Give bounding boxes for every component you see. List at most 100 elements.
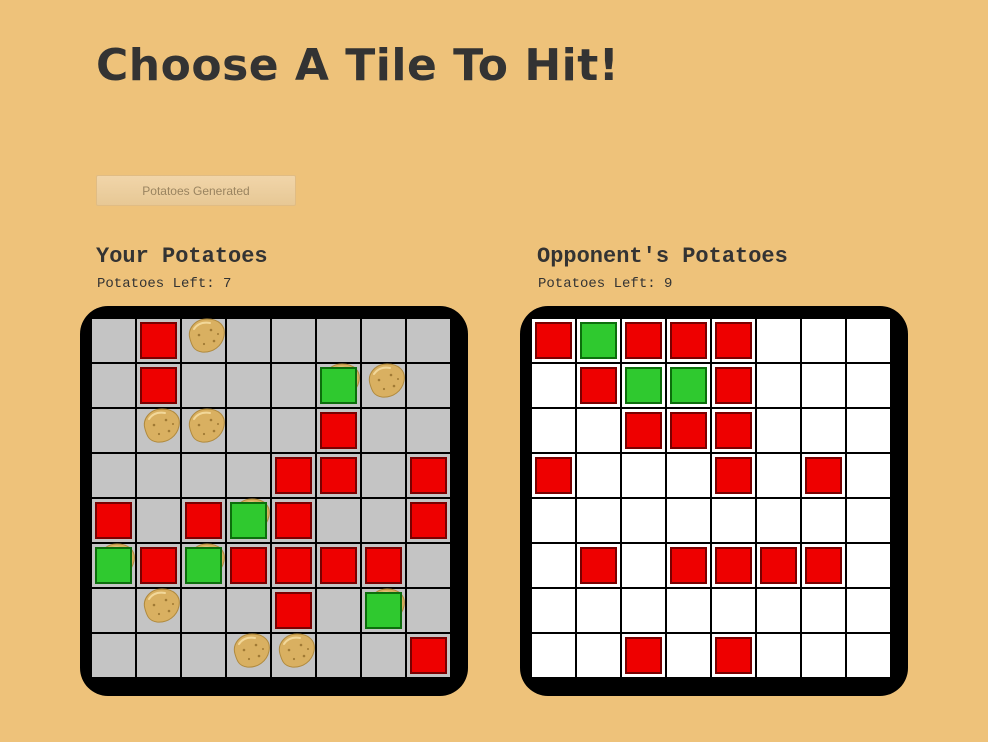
opponent-tile-r6-c4[interactable] bbox=[712, 589, 755, 632]
your-tile-r2-c7[interactable] bbox=[407, 409, 450, 452]
opponent-tile-r3-c4[interactable] bbox=[712, 454, 755, 497]
your-tile-r4-c4[interactable] bbox=[272, 499, 315, 542]
your-tile-r7-c7[interactable] bbox=[407, 634, 450, 677]
opponent-tile-r0-c5[interactable] bbox=[757, 319, 800, 362]
your-tile-r6-c6[interactable] bbox=[362, 588, 405, 632]
your-tile-r0-c3[interactable] bbox=[227, 319, 270, 362]
your-tile-r6-c1[interactable] bbox=[137, 588, 180, 632]
your-tile-r6-c3[interactable] bbox=[227, 589, 270, 632]
opponent-tile-r1-c4[interactable] bbox=[712, 364, 755, 407]
opponent-tile-r3-c6[interactable] bbox=[802, 454, 845, 497]
opponent-tile-r0-c3[interactable] bbox=[667, 319, 710, 362]
your-tile-r6-c2[interactable] bbox=[182, 589, 225, 632]
opponent-tile-r6-c2[interactable] bbox=[622, 589, 665, 632]
opponent-tile-r5-c6[interactable] bbox=[802, 544, 845, 587]
opponent-tile-r7-c3[interactable] bbox=[667, 634, 710, 677]
opponent-tile-r2-c6[interactable] bbox=[802, 409, 845, 452]
your-tile-r4-c0[interactable] bbox=[92, 499, 135, 542]
opponent-tile-r3-c5[interactable] bbox=[757, 454, 800, 497]
opponent-tile-r1-c0[interactable] bbox=[532, 364, 575, 407]
opponent-tile-r7-c7[interactable] bbox=[847, 634, 890, 677]
potatoes-generated-button[interactable]: Potatoes Generated bbox=[96, 175, 296, 206]
opponent-tile-r7-c0[interactable] bbox=[532, 634, 575, 677]
opponent-tile-r6-c5[interactable] bbox=[757, 589, 800, 632]
your-tile-r2-c6[interactable] bbox=[362, 409, 405, 452]
your-tile-r5-c2[interactable] bbox=[182, 543, 225, 587]
opponent-tile-r1-c5[interactable] bbox=[757, 364, 800, 407]
your-tile-r6-c0[interactable] bbox=[92, 589, 135, 632]
opponent-tile-r3-c1[interactable] bbox=[577, 454, 620, 497]
your-tile-r7-c3[interactable] bbox=[227, 633, 270, 677]
opponent-tile-r2-c5[interactable] bbox=[757, 409, 800, 452]
your-tile-r6-c7[interactable] bbox=[407, 589, 450, 632]
opponent-tile-r1-c2[interactable] bbox=[622, 364, 665, 407]
your-tile-r0-c5[interactable] bbox=[317, 319, 360, 362]
opponent-tile-r4-c2[interactable] bbox=[622, 499, 665, 542]
your-tile-r3-c5[interactable] bbox=[317, 454, 360, 497]
your-tile-r3-c6[interactable] bbox=[362, 454, 405, 497]
opponent-tile-r2-c4[interactable] bbox=[712, 409, 755, 452]
your-tile-r2-c4[interactable] bbox=[272, 409, 315, 452]
your-tile-r3-c4[interactable] bbox=[272, 454, 315, 497]
opponent-tile-r4-c1[interactable] bbox=[577, 499, 620, 542]
your-tile-r5-c1[interactable] bbox=[137, 544, 180, 587]
your-tile-r3-c7[interactable] bbox=[407, 454, 450, 497]
your-tile-r6-c4[interactable] bbox=[272, 589, 315, 632]
your-tile-r7-c4[interactable] bbox=[272, 633, 315, 677]
your-tile-r3-c0[interactable] bbox=[92, 454, 135, 497]
opponent-tile-r5-c1[interactable] bbox=[577, 544, 620, 587]
your-tile-r4-c6[interactable] bbox=[362, 499, 405, 542]
opponent-tile-r6-c7[interactable] bbox=[847, 589, 890, 632]
your-tile-r4-c5[interactable] bbox=[317, 499, 360, 542]
your-tile-r0-c4[interactable] bbox=[272, 319, 315, 362]
opponent-tile-r6-c0[interactable] bbox=[532, 589, 575, 632]
your-tile-r7-c2[interactable] bbox=[182, 634, 225, 677]
opponent-tile-r6-c3[interactable] bbox=[667, 589, 710, 632]
opponent-tile-r7-c4[interactable] bbox=[712, 634, 755, 677]
your-tile-r1-c0[interactable] bbox=[92, 364, 135, 407]
opponent-tile-r0-c1[interactable] bbox=[577, 319, 620, 362]
your-tile-r3-c1[interactable] bbox=[137, 454, 180, 497]
your-tile-r0-c1[interactable] bbox=[137, 319, 180, 362]
your-tile-r1-c6[interactable] bbox=[362, 363, 405, 407]
your-tile-r2-c3[interactable] bbox=[227, 409, 270, 452]
opponent-tile-r5-c7[interactable] bbox=[847, 544, 890, 587]
opponent-tile-r0-c7[interactable] bbox=[847, 319, 890, 362]
your-tile-r4-c2[interactable] bbox=[182, 499, 225, 542]
opponent-tile-r4-c6[interactable] bbox=[802, 499, 845, 542]
your-tile-r3-c2[interactable] bbox=[182, 454, 225, 497]
opponent-tile-r1-c7[interactable] bbox=[847, 364, 890, 407]
your-tile-r7-c5[interactable] bbox=[317, 634, 360, 677]
opponent-tile-r7-c5[interactable] bbox=[757, 634, 800, 677]
opponent-tile-r0-c2[interactable] bbox=[622, 319, 665, 362]
your-tile-r1-c5[interactable] bbox=[317, 363, 360, 407]
your-tile-r6-c5[interactable] bbox=[317, 589, 360, 632]
opponent-tile-r3-c7[interactable] bbox=[847, 454, 890, 497]
your-tile-r0-c2[interactable] bbox=[182, 318, 225, 362]
opponent-tile-r5-c5[interactable] bbox=[757, 544, 800, 587]
your-tile-r5-c3[interactable] bbox=[227, 544, 270, 587]
your-tile-r2-c1[interactable] bbox=[137, 408, 180, 452]
opponent-tile-r6-c1[interactable] bbox=[577, 589, 620, 632]
opponent-tile-r3-c0[interactable] bbox=[532, 454, 575, 497]
your-tile-r5-c5[interactable] bbox=[317, 544, 360, 587]
opponent-tile-r3-c2[interactable] bbox=[622, 454, 665, 497]
your-tile-r2-c0[interactable] bbox=[92, 409, 135, 452]
your-tile-r5-c6[interactable] bbox=[362, 544, 405, 587]
your-tile-r3-c3[interactable] bbox=[227, 454, 270, 497]
opponent-tile-r2-c0[interactable] bbox=[532, 409, 575, 452]
your-tile-r7-c1[interactable] bbox=[137, 634, 180, 677]
opponent-tile-r5-c3[interactable] bbox=[667, 544, 710, 587]
your-tile-r5-c4[interactable] bbox=[272, 544, 315, 587]
your-tile-r5-c0[interactable] bbox=[92, 543, 135, 587]
opponent-tile-r4-c0[interactable] bbox=[532, 499, 575, 542]
opponent-tile-r7-c1[interactable] bbox=[577, 634, 620, 677]
your-tile-r4-c1[interactable] bbox=[137, 499, 180, 542]
opponent-tile-r1-c3[interactable] bbox=[667, 364, 710, 407]
opponent-tile-r5-c0[interactable] bbox=[532, 544, 575, 587]
opponent-tile-r1-c1[interactable] bbox=[577, 364, 620, 407]
opponent-tile-r4-c3[interactable] bbox=[667, 499, 710, 542]
opponent-tile-r1-c6[interactable] bbox=[802, 364, 845, 407]
opponent-tile-r0-c6[interactable] bbox=[802, 319, 845, 362]
your-tile-r2-c2[interactable] bbox=[182, 408, 225, 452]
